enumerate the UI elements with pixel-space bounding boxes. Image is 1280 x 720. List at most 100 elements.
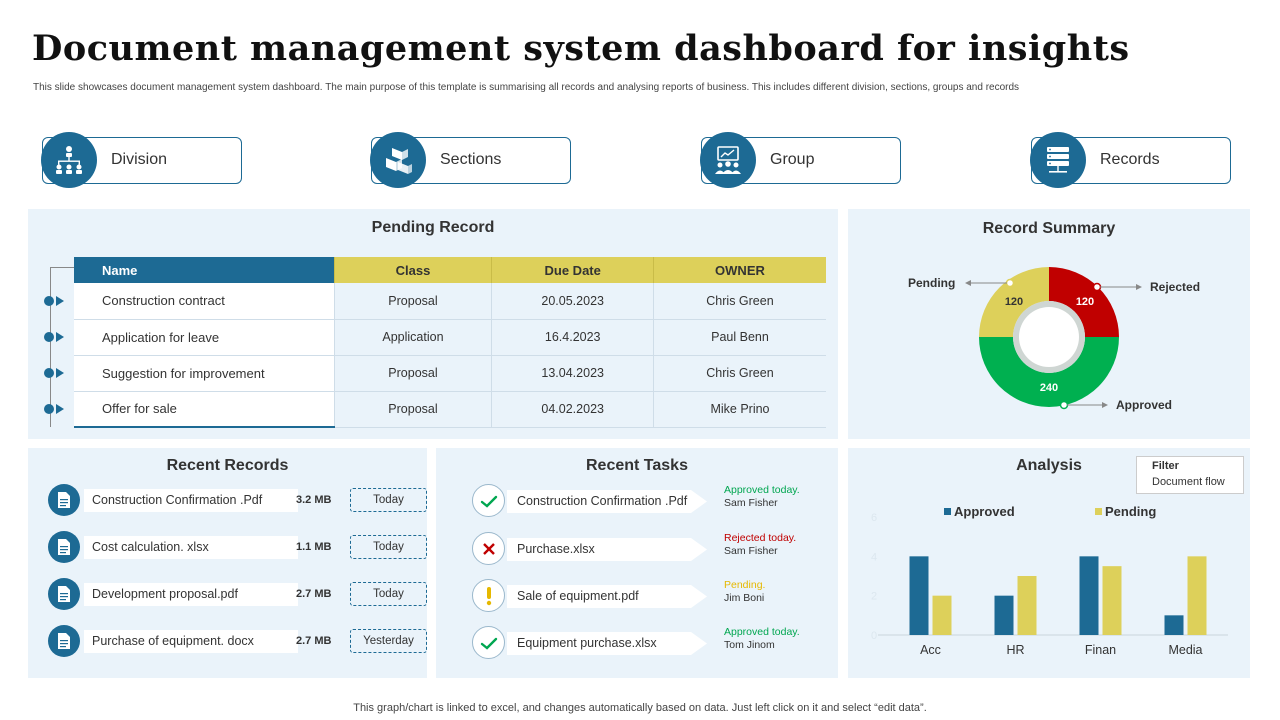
bullet-icon: [44, 368, 68, 378]
record-date-badge: Yesterday: [350, 629, 427, 653]
timeline-connector: [50, 267, 74, 268]
row-name: Construction contract: [74, 283, 334, 320]
row-due-date: 16.4.2023: [491, 319, 654, 356]
task-name: Sale of equipment.pdf: [507, 585, 707, 608]
row-due-date: 13.04.2023: [491, 355, 654, 392]
list-item[interactable]: Purchase of equipment. docx 2.7 MB Yeste…: [48, 625, 427, 657]
record-name: Purchase of equipment. docx: [84, 630, 298, 653]
y-tick-label: 2: [871, 591, 877, 603]
server-rack-icon: [1030, 132, 1086, 188]
list-item[interactable]: Sale of equipment.pdf Pending. Jim Boni: [472, 579, 852, 613]
record-size: 2.7 MB: [296, 588, 332, 600]
bar-pending-media[interactable]: [1187, 556, 1207, 635]
list-item[interactable]: Cost calculation. xlsx 1.1 MB Today: [48, 531, 427, 563]
record-size: 3.2 MB: [296, 494, 332, 506]
donut-value-approved: 240: [1040, 382, 1058, 394]
table-row[interactable]: Construction contract Proposal 20.05.202…: [74, 283, 826, 320]
category-records[interactable]: Records: [1030, 132, 1231, 188]
bar-approved-finan[interactable]: [1079, 556, 1099, 635]
x-tick-label: Media: [1168, 643, 1202, 657]
pending-record-title: Pending Record: [371, 219, 495, 236]
table-row[interactable]: Offer for sale Proposal 04.02.2023 Mike …: [74, 391, 826, 428]
pending-record-panel: Pending Record Name Class Due Date OWNER…: [28, 209, 838, 439]
group-presentation-icon: [700, 132, 756, 188]
recent-records-panel: Recent Records Construction Confirmation…: [28, 448, 427, 678]
pending-record-table: Name Class Due Date OWNER Construction c…: [74, 257, 826, 428]
check-icon: [472, 626, 505, 659]
analysis-bar-chart: 0 2 4 6 Acc HR Finan Media: [871, 512, 1228, 657]
donut-value-rejected: 120: [1076, 296, 1094, 308]
svg-text:Rejected: Rejected: [1150, 280, 1200, 294]
row-class: Proposal: [333, 355, 492, 392]
row-class: Proposal: [333, 283, 492, 320]
x-tick-label: Acc: [920, 643, 941, 657]
document-icon: [48, 531, 80, 563]
row-owner: Mike Prino: [652, 391, 826, 428]
task-status: Approved today.: [724, 484, 800, 496]
record-summary-panel: Record Summary 120 240 120 Rejected Appr…: [848, 209, 1250, 439]
analysis-panel: Analysis Filter Document flow Approved P…: [848, 448, 1250, 678]
record-size: 1.1 MB: [296, 541, 332, 553]
column-header-due-date[interactable]: Due Date: [491, 257, 654, 283]
row-owner: Chris Green: [652, 283, 826, 320]
bar-approved-hr[interactable]: [994, 595, 1014, 635]
category-label: Sections: [440, 151, 502, 168]
svg-text:Approved: Approved: [1116, 398, 1172, 412]
timeline-line: [50, 267, 51, 427]
document-icon: [48, 625, 80, 657]
row-due-date: 20.05.2023: [491, 283, 654, 320]
bar-pending-hr[interactable]: [1017, 576, 1037, 635]
list-item[interactable]: Construction Confirmation .Pdf 3.2 MB To…: [48, 484, 427, 516]
x-tick-label: HR: [1006, 643, 1024, 657]
record-date-badge: Today: [350, 535, 427, 559]
task-name: Construction Confirmation .Pdf: [507, 490, 707, 513]
bar-pending-finan[interactable]: [1102, 566, 1122, 635]
category-group[interactable]: Group: [700, 132, 901, 188]
category-label: Group: [770, 151, 815, 168]
row-name: Application for leave: [74, 319, 334, 356]
bar-pending-acc[interactable]: [932, 595, 952, 635]
category-division[interactable]: Division: [41, 132, 242, 188]
record-summary-donut: 120 240 120 Rejected Approved Pending: [908, 267, 1200, 412]
page-title: Document management system dashboard for…: [32, 28, 1130, 69]
row-class: Proposal: [333, 391, 492, 428]
table-row[interactable]: Application for leave Application 16.4.2…: [74, 319, 826, 356]
category-sections[interactable]: Sections: [370, 132, 571, 188]
bullet-icon: [44, 296, 68, 306]
record-size: 2.7 MB: [296, 635, 332, 647]
category-label: Division: [111, 151, 168, 168]
task-assignee: Sam Fisher: [724, 497, 778, 509]
record-name: Cost calculation. xlsx: [84, 536, 298, 559]
row-name: Suggestion for improvement: [74, 355, 334, 392]
document-icon: [48, 484, 80, 516]
column-header-name[interactable]: Name: [74, 257, 334, 283]
task-assignee: Tom Jinom: [724, 639, 775, 651]
row-class: Application: [333, 319, 492, 356]
cross-icon: [472, 532, 505, 565]
column-header-class[interactable]: Class: [333, 257, 492, 283]
category-label: Records: [1100, 151, 1160, 168]
task-assignee: Jim Boni: [724, 592, 765, 604]
table-row[interactable]: Suggestion for improvement Proposal 13.0…: [74, 355, 826, 392]
exclamation-icon: [472, 579, 505, 612]
recent-tasks-title: Recent Tasks: [586, 457, 688, 474]
column-header-owner[interactable]: OWNER: [652, 257, 826, 283]
x-tick-label: Finan: [1085, 643, 1116, 657]
task-name: Purchase.xlsx: [507, 538, 707, 561]
table-header-row: Name Class Due Date OWNER: [74, 257, 826, 283]
list-item[interactable]: Development proposal.pdf 2.7 MB Today: [48, 578, 427, 610]
donut-value-pending: 120: [1005, 296, 1023, 308]
list-item[interactable]: Equipment purchase.xlsx Approved today. …: [472, 626, 852, 660]
row-owner: Paul Benn: [652, 319, 826, 356]
y-tick-label: 6: [871, 512, 877, 524]
list-item[interactable]: Construction Confirmation .Pdf Approved …: [472, 484, 852, 518]
bar-approved-acc[interactable]: [909, 556, 929, 635]
bar-approved-media[interactable]: [1164, 615, 1184, 635]
org-chart-icon: [41, 132, 97, 188]
list-item[interactable]: Purchase.xlsx Rejected today. Sam Fisher: [472, 532, 852, 566]
row-name: Offer for sale: [74, 391, 334, 428]
bullet-icon: [44, 332, 68, 342]
y-tick-label: 4: [871, 551, 877, 563]
y-tick-label: 0: [871, 630, 877, 642]
task-status: Rejected today.: [724, 532, 797, 544]
